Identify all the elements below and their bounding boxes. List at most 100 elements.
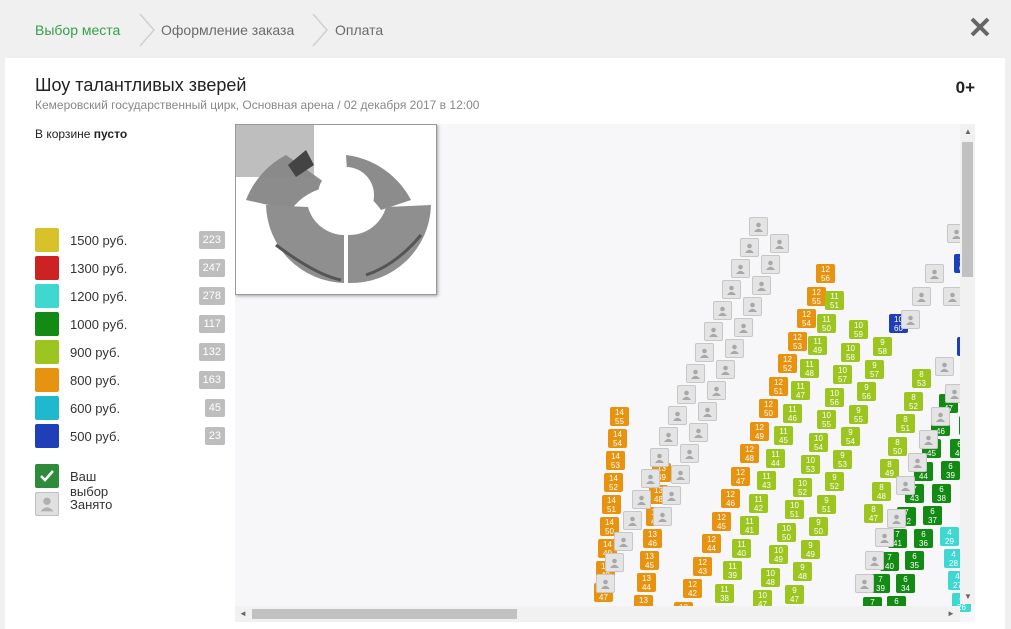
step-seat-selection[interactable]: Выбор места	[35, 22, 120, 38]
seat[interactable]: 9 55	[849, 405, 868, 424]
seat[interactable]: 10 54	[809, 433, 828, 452]
seat[interactable]: 9 56	[857, 382, 876, 401]
legend-row[interactable]: 1300 руб. 247	[35, 256, 225, 284]
legend-row[interactable]: 500 руб. 23	[35, 424, 225, 452]
seat-map[interactable]: 1455145414531452145114501449144814471349…	[235, 124, 975, 622]
seat[interactable]: 9 53	[833, 450, 852, 469]
seat[interactable]: 10 53	[801, 455, 820, 474]
seat[interactable]: 9 47	[785, 585, 804, 604]
seat[interactable]: 11 49	[808, 336, 827, 355]
seat[interactable]: 6 37	[923, 506, 942, 525]
scroll-right-icon[interactable]: ►	[947, 610, 955, 618]
seat[interactable]: 12 52	[778, 354, 797, 373]
seat[interactable]: 8 47	[864, 504, 883, 523]
seat[interactable]: 12 51	[769, 377, 788, 396]
seat[interactable]: 8 52	[904, 392, 923, 411]
seat[interactable]: 9 50	[809, 517, 828, 536]
scroll-left-icon[interactable]: ◄	[239, 610, 247, 618]
seat[interactable]: 14 53	[606, 451, 625, 470]
seat[interactable]: 6 39	[941, 461, 960, 480]
seat[interactable]: 12 54	[797, 309, 816, 328]
seat[interactable]: 11 46	[783, 404, 802, 423]
seat[interactable]: 8 51	[896, 414, 915, 433]
legend-row[interactable]: 1200 руб. 278	[35, 284, 225, 312]
seat[interactable]: 10 48	[761, 568, 780, 587]
seat[interactable]: 9 54	[841, 427, 860, 446]
seat[interactable]: 10 49	[769, 545, 788, 564]
seat[interactable]: 9 48	[793, 562, 812, 581]
seat[interactable]: 8 49	[880, 459, 899, 478]
horizontal-scrollbar[interactable]: ◄ ►	[235, 606, 960, 622]
seat[interactable]: 12 45	[712, 512, 731, 531]
seat[interactable]: 11 38	[715, 584, 734, 603]
seat[interactable]: 10 52	[793, 478, 812, 497]
seat[interactable]: 6 35	[905, 551, 924, 570]
seat[interactable]: 11 40	[732, 539, 751, 558]
legend-row[interactable]: 800 руб. 163	[35, 368, 225, 396]
seat[interactable]: 11 51	[825, 291, 844, 310]
seat[interactable]: 14 55	[610, 407, 629, 426]
seat[interactable]: 10 58	[841, 343, 860, 362]
legend-row[interactable]: 1500 руб. 223	[35, 228, 225, 256]
seat-row-label: 11	[788, 405, 797, 414]
seat[interactable]: 11 48	[800, 359, 819, 378]
seat[interactable]: 12 48	[740, 444, 759, 463]
seat[interactable]: 12 49	[750, 422, 769, 441]
seat[interactable]: 13 45	[640, 551, 659, 570]
seat[interactable]: 4 29	[940, 527, 959, 546]
occupied-seat	[596, 574, 615, 593]
seat-number-label: 57	[838, 375, 847, 384]
seat[interactable]: 6 34	[896, 574, 915, 593]
seat[interactable]: 11 39	[723, 561, 742, 580]
scroll-down-icon[interactable]: ▼	[964, 593, 972, 601]
step-payment[interactable]: Оплата	[335, 22, 383, 38]
seat[interactable]: 8 53	[912, 369, 931, 388]
minimap[interactable]	[235, 124, 437, 295]
seat[interactable]: 12 50	[759, 399, 778, 418]
seat[interactable]: 12 43	[693, 557, 712, 576]
seat[interactable]: 12 46	[721, 489, 740, 508]
seat[interactable]: 13 44	[637, 573, 656, 592]
legend-row[interactable]: 600 руб. 45	[35, 396, 225, 424]
seat[interactable]: 13 46	[643, 529, 662, 548]
seat[interactable]: 12 42	[683, 579, 702, 598]
seat[interactable]: 11 45	[774, 426, 793, 445]
seat[interactable]: 14 52	[604, 473, 623, 492]
seat[interactable]: 14 51	[602, 495, 621, 514]
seat[interactable]: 11 43	[757, 471, 776, 490]
seat[interactable]: 9 58	[873, 337, 892, 356]
seat[interactable]: 11 42	[749, 494, 768, 513]
seat[interactable]: 10 57	[833, 365, 852, 384]
seat[interactable]: 9 49	[801, 540, 820, 559]
seat[interactable]: 6 36	[914, 529, 933, 548]
seat[interactable]: 11 47	[791, 381, 810, 400]
seat[interactable]: 14 54	[608, 429, 627, 448]
horizontal-scroll-thumb[interactable]	[252, 609, 517, 619]
legend-row[interactable]: 900 руб. 132	[35, 340, 225, 368]
close-icon[interactable]	[969, 16, 991, 38]
seat[interactable]: 8 48	[872, 482, 891, 501]
vertical-scrollbar[interactable]: ▲ ▼	[960, 124, 975, 604]
seat[interactable]: 12 56	[816, 264, 835, 283]
seat[interactable]: 9 52	[825, 472, 844, 491]
seat[interactable]: 11 41	[740, 516, 759, 535]
seat[interactable]: 8 50	[888, 437, 907, 456]
scroll-up-icon[interactable]: ▲	[964, 128, 972, 136]
step-order-details[interactable]: Оформление заказа	[161, 22, 294, 38]
seat[interactable]: 11 50	[817, 314, 836, 333]
seat[interactable]: 10 56	[825, 388, 844, 407]
seat[interactable]: 10 51	[785, 500, 804, 519]
seat[interactable]: 12 53	[788, 332, 807, 351]
seat[interactable]: 10 55	[817, 410, 836, 429]
seat[interactable]: 12 47	[731, 467, 750, 486]
seat[interactable]: 12 44	[702, 534, 721, 553]
legend-row[interactable]: 1000 руб. 117	[35, 312, 225, 340]
vertical-scroll-thumb[interactable]	[962, 142, 973, 277]
seat[interactable]: 12 55	[807, 287, 826, 306]
seat[interactable]: 6 38	[932, 484, 951, 503]
seat[interactable]: 10 50	[777, 523, 796, 542]
seat[interactable]: 9 51	[817, 495, 836, 514]
seat[interactable]: 9 57	[865, 360, 884, 379]
seat[interactable]: 10 59	[849, 320, 868, 339]
seat[interactable]: 11 44	[766, 449, 785, 468]
